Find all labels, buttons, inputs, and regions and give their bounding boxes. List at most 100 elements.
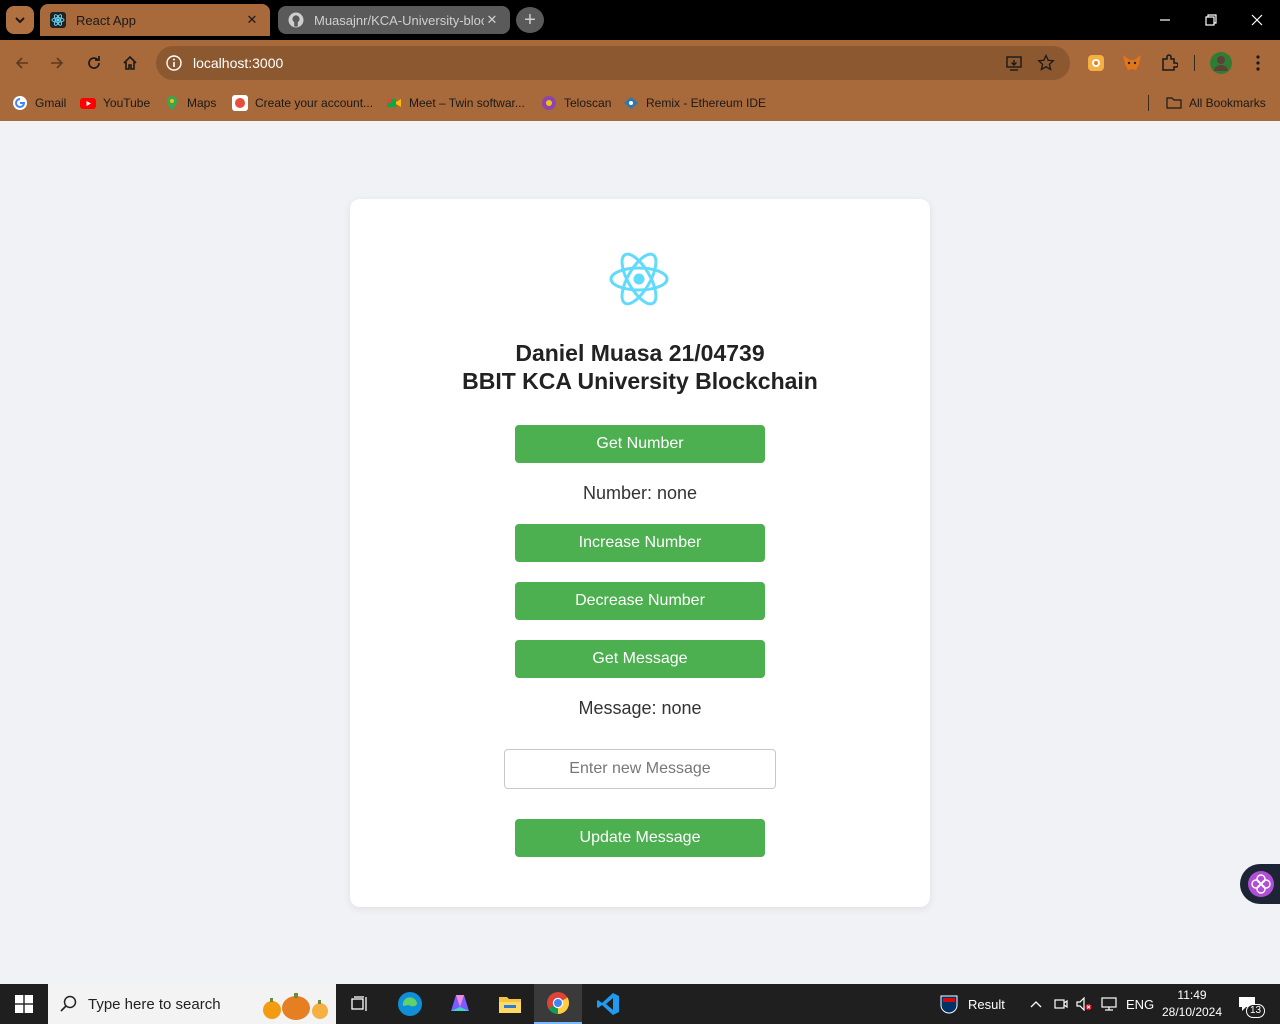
maps-icon: [167, 96, 177, 110]
back-button[interactable]: [8, 49, 36, 77]
weather-widget[interactable]: Result: [940, 984, 1005, 1024]
taskbar-copilot[interactable]: [436, 984, 484, 1024]
tab-react-app[interactable]: React App ✕: [40, 4, 270, 36]
network-icon[interactable]: [1100, 984, 1118, 1024]
account-icon: [232, 95, 248, 111]
tab-github[interactable]: Muasajnr/KCA-University-block ✕: [278, 6, 510, 34]
youtube-icon: [80, 98, 96, 109]
gmail-icon: [13, 96, 27, 110]
bookmark-star-icon[interactable]: [1036, 53, 1056, 73]
back-arrow-icon: [15, 57, 28, 69]
windows-taskbar: Type here to search Result ENG 11:49 28/…: [0, 984, 1280, 1024]
url-text[interactable]: localhost:3000: [193, 55, 283, 71]
tab-title: React App: [76, 12, 136, 28]
taskbar-file-explorer[interactable]: [486, 984, 534, 1024]
toolbar-separator: [1194, 55, 1195, 71]
profile-avatar[interactable]: [1209, 51, 1233, 75]
bookmark-youtube[interactable]: YouTube: [80, 92, 150, 114]
copilot-icon: [451, 995, 469, 1011]
course-line: BBIT KCA University Blockchain: [462, 368, 818, 394]
bookmark-label: Meet – Twin softwar...: [409, 96, 525, 110]
github-icon: [288, 12, 304, 28]
close-window-button[interactable]: [1234, 0, 1280, 40]
windows-logo-icon: [15, 995, 33, 1013]
taskbar-chrome[interactable]: [534, 984, 582, 1024]
floating-assistant-button[interactable]: [1240, 864, 1280, 904]
decrease-number-button[interactable]: Decrease Number: [515, 582, 765, 620]
reload-button[interactable]: [80, 49, 108, 77]
task-view-icon: [351, 996, 367, 1011]
language-indicator[interactable]: ENG: [1126, 984, 1154, 1024]
all-bookmarks-button[interactable]: All Bookmarks: [1166, 92, 1266, 114]
taskbar-vscode[interactable]: [584, 984, 632, 1024]
bookmark-label: Gmail: [35, 96, 67, 110]
extensions-puzzle-icon[interactable]: [1157, 51, 1181, 75]
close-tab-icon[interactable]: ✕: [244, 12, 260, 28]
chrome-icon: [547, 992, 569, 1014]
bookmark-create-account[interactable]: Create your account...: [232, 92, 373, 114]
address-bar[interactable]: localhost:3000: [156, 46, 1070, 80]
chevron-up-icon: [1030, 1001, 1042, 1008]
taskbar-search-box[interactable]: Type here to search: [48, 984, 336, 1024]
browser-menu-icon[interactable]: [1246, 51, 1270, 75]
notification-center-button[interactable]: 13: [1238, 984, 1266, 1024]
system-clock[interactable]: 11:49 28/10/2024: [1158, 987, 1226, 1021]
bookmark-label: Remix - Ethereum IDE: [646, 96, 767, 110]
minimize-button[interactable]: [1142, 0, 1188, 40]
bookmark-gmail[interactable]: Gmail: [12, 92, 66, 114]
get-number-button[interactable]: Get Number: [515, 425, 765, 463]
bookmark-teloscan[interactable]: Teloscan: [541, 92, 611, 114]
extension-orange-icon[interactable]: [1084, 51, 1108, 75]
bookmark-meet[interactable]: Meet – Twin softwar...: [386, 92, 525, 114]
tab-title: Muasajnr/KCA-University-block: [314, 12, 484, 28]
install-app-icon[interactable]: [1004, 53, 1024, 73]
home-icon: [123, 55, 137, 70]
search-placeholder: Type here to search: [88, 995, 221, 1013]
site-info-icon[interactable]: [164, 53, 184, 73]
clock-time: 11:49: [1177, 988, 1207, 1002]
new-tab-button[interactable]: +: [516, 7, 544, 33]
bookmark-label: Create your account...: [255, 96, 374, 110]
home-button[interactable]: [116, 49, 144, 77]
reload-icon: [88, 56, 100, 69]
show-hidden-icons-button[interactable]: [1030, 984, 1042, 1024]
restore-icon: [1205, 14, 1217, 26]
tab-search-button[interactable]: [6, 6, 34, 34]
notification-count-badge: 13: [1246, 1004, 1266, 1018]
forward-arrow-icon: [51, 57, 64, 69]
start-button[interactable]: [0, 984, 48, 1024]
task-view-button[interactable]: [336, 984, 384, 1024]
metamask-icon[interactable]: [1120, 51, 1144, 75]
student-name-line: Daniel Muasa 21/04739: [515, 340, 765, 366]
volume-muted-icon[interactable]: [1076, 984, 1092, 1024]
update-message-button[interactable]: Update Message: [515, 819, 765, 857]
get-message-button[interactable]: Get Message: [515, 640, 765, 678]
bookmark-remix[interactable]: Remix - Ethereum IDE: [623, 92, 766, 114]
restore-button[interactable]: [1188, 0, 1234, 40]
meet-now-icon[interactable]: [1054, 984, 1068, 1024]
bookmark-label: YouTube: [103, 96, 151, 110]
close-tab-icon[interactable]: ✕: [484, 12, 500, 28]
forward-button[interactable]: [43, 49, 71, 77]
increase-number-button[interactable]: Increase Number: [515, 524, 765, 562]
bookmark-maps[interactable]: Maps: [164, 92, 216, 114]
bookmark-label: Maps: [187, 96, 217, 110]
bookmark-label: Teloscan: [564, 96, 612, 110]
folder-icon: [1166, 97, 1182, 109]
remix-icon: [624, 97, 638, 109]
close-icon: [1251, 14, 1263, 26]
vscode-icon: [597, 993, 619, 1015]
minimize-icon: [1160, 19, 1170, 21]
taskbar-edge[interactable]: [386, 984, 434, 1024]
app-card: Daniel Muasa 21/04739 BBIT KCA Universit…: [350, 199, 930, 907]
react-logo-icon: [609, 252, 669, 306]
flower-icon: [1248, 871, 1274, 897]
react-favicon-icon: [50, 12, 66, 28]
browser-toolbar: localhost:3000: [0, 40, 1280, 86]
bookmarks-separator: [1148, 95, 1149, 111]
chevron-down-icon: [15, 17, 25, 24]
search-icon: [60, 995, 77, 1012]
nfl-icon: [940, 995, 958, 1014]
clock-date: 28/10/2024: [1161, 1005, 1223, 1019]
new-message-input[interactable]: [504, 749, 776, 789]
